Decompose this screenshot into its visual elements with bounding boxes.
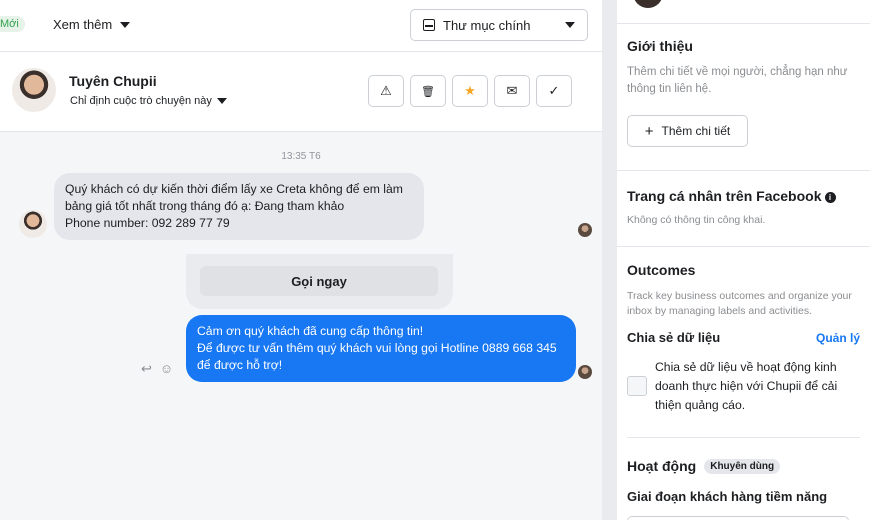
plus-icon: + xyxy=(644,122,654,140)
section-divider xyxy=(627,437,860,438)
conversation-pane: Mới Xem thêm Thư mục chính Tuyên Chupii … xyxy=(0,0,602,520)
reply-icon[interactable]: ↩ xyxy=(141,361,152,377)
message-line: bảng giá tốt nhất trong tháng đó ạ: Đang… xyxy=(65,199,345,213)
assign-label: Chỉ định cuộc trò chuyện này xyxy=(70,95,212,107)
emoji-icon[interactable]: ☺ xyxy=(160,361,173,377)
trash-icon: 🗑 xyxy=(421,85,435,98)
inbox-tray-icon xyxy=(423,19,435,31)
message-line: Cảm ơn quý khách đã cung cấp thông tin! xyxy=(197,324,424,338)
outcomes-section: Outcomes Track key business outcomes and… xyxy=(627,262,860,319)
intro-section: Giới thiệu Thêm chi tiết về mọi người, c… xyxy=(627,38,860,98)
seen-indicator-avatar xyxy=(578,365,592,379)
message-thread[interactable]: 13:35 T6 Quý khách có dự kiến thời điểm … xyxy=(0,132,602,520)
see-more-dropdown[interactable]: Xem thêm xyxy=(53,17,131,32)
star-button[interactable]: ★ xyxy=(452,75,488,107)
sender-avatar xyxy=(19,210,47,238)
assign-conversation-dropdown[interactable]: Chỉ định cuộc trò chuyện này xyxy=(70,95,227,107)
new-badge[interactable]: Mới xyxy=(0,16,25,32)
outcomes-description: Track key business outcomes and organize… xyxy=(627,290,852,317)
data-sharing-checkbox[interactable] xyxy=(627,376,647,396)
message-tools: ↩ ☺ xyxy=(141,361,173,377)
star-icon: ★ xyxy=(464,83,476,98)
message-line: để được hỗ trợ! xyxy=(197,358,283,372)
activity-title-text: Hoạt động xyxy=(627,458,697,474)
message-line: Phone number: 092 289 77 79 xyxy=(65,216,230,230)
delete-button[interactable]: 🗑 xyxy=(410,75,446,107)
profile-avatar xyxy=(633,0,663,8)
checkmark-icon: ✓ xyxy=(548,83,560,98)
warning-icon: ⚠ xyxy=(380,83,392,98)
message-line: Quý khách có dự kiến thời điểm lấy xe Cr… xyxy=(65,182,403,196)
call-to-action-card: Gọi ngay xyxy=(186,254,453,309)
conversation-actions: ⚠ 🗑 ★ ✉ ✓ xyxy=(368,75,572,107)
data-sharing-title: Chia sẻ dữ liệu xyxy=(627,330,721,345)
conversation-toolbar: Mới Xem thêm Thư mục chính xyxy=(0,0,602,52)
see-more-label: Xem thêm xyxy=(53,17,113,32)
mail-icon: ✉ xyxy=(506,83,518,98)
caret-down-icon xyxy=(565,22,575,28)
mark-unread-button[interactable]: ✉ xyxy=(494,75,530,107)
contact-header: Tuyên Chupii Chỉ định cuộc trò chuyện nà… xyxy=(0,52,602,132)
folder-label: Thư mục chính xyxy=(443,17,531,33)
message-line: Để được tư vấn thêm quý khách vui lòng g… xyxy=(197,341,557,355)
incoming-message-bubble[interactable]: Quý khách có dự kiến thời điểm lấy xe Cr… xyxy=(54,173,424,240)
report-warning-button[interactable]: ⚠ xyxy=(368,75,404,107)
lead-stage-select[interactable] xyxy=(627,516,849,520)
call-now-button[interactable]: Gọi ngay xyxy=(200,266,438,296)
info-icon[interactable]: i xyxy=(824,192,836,203)
folder-select[interactable]: Thư mục chính xyxy=(410,9,588,41)
caret-down-icon xyxy=(216,98,227,104)
intro-description: Thêm chi tiết về mọi người, chẳng hạn nh… xyxy=(627,66,848,95)
manage-link[interactable]: Quản lý xyxy=(816,331,860,345)
mark-done-button[interactable]: ✓ xyxy=(536,75,572,107)
lead-stage-title: Giai đoạn khách hàng tiềm năng xyxy=(627,489,828,504)
contact-info-panel: Giới thiệu Thêm chi tiết về mọi người, c… xyxy=(617,0,870,520)
activity-title: Hoạt động Khuyên dùng xyxy=(627,458,860,474)
data-sharing-header: Chia sẻ dữ liệu Quản lý xyxy=(627,330,860,345)
add-detail-label: Thêm chi tiết xyxy=(661,124,731,138)
inbox-app: Mới Xem thêm Thư mục chính Tuyên Chupii … xyxy=(0,0,870,520)
data-sharing-description: Chia sẻ dữ liệu về hoạt động kinh doanh … xyxy=(655,360,838,412)
add-detail-button[interactable]: + Thêm chi tiết xyxy=(627,115,748,147)
outgoing-message-bubble[interactable]: Cảm ơn quý khách đã cung cấp thông tin! … xyxy=(186,315,576,382)
activity-section: Hoạt động Khuyên dùng Giai đoạn khách hàn… xyxy=(627,458,860,504)
caret-down-icon xyxy=(120,21,131,28)
contact-avatar[interactable] xyxy=(12,68,56,112)
facebook-profile-section: Trang cá nhân trên Facebook i Không có th… xyxy=(627,188,860,229)
section-divider xyxy=(617,170,870,171)
facebook-profile-title-text: Trang cá nhân trên Facebook xyxy=(627,188,822,204)
recommended-badge: Khuyên dùng xyxy=(704,459,781,474)
facebook-profile-description: Không có thông tin công khai. xyxy=(627,214,766,226)
outcomes-title: Outcomes xyxy=(627,262,696,278)
seen-indicator-avatar xyxy=(578,223,592,237)
facebook-profile-title: Trang cá nhân trên Facebook i xyxy=(627,188,860,204)
panel-top xyxy=(617,0,870,24)
section-divider xyxy=(617,246,870,247)
pane-divider xyxy=(602,0,617,520)
message-timestamp: 13:35 T6 xyxy=(281,151,321,162)
contact-name[interactable]: Tuyên Chupii xyxy=(69,73,157,89)
intro-title: Giới thiệu xyxy=(627,38,693,54)
